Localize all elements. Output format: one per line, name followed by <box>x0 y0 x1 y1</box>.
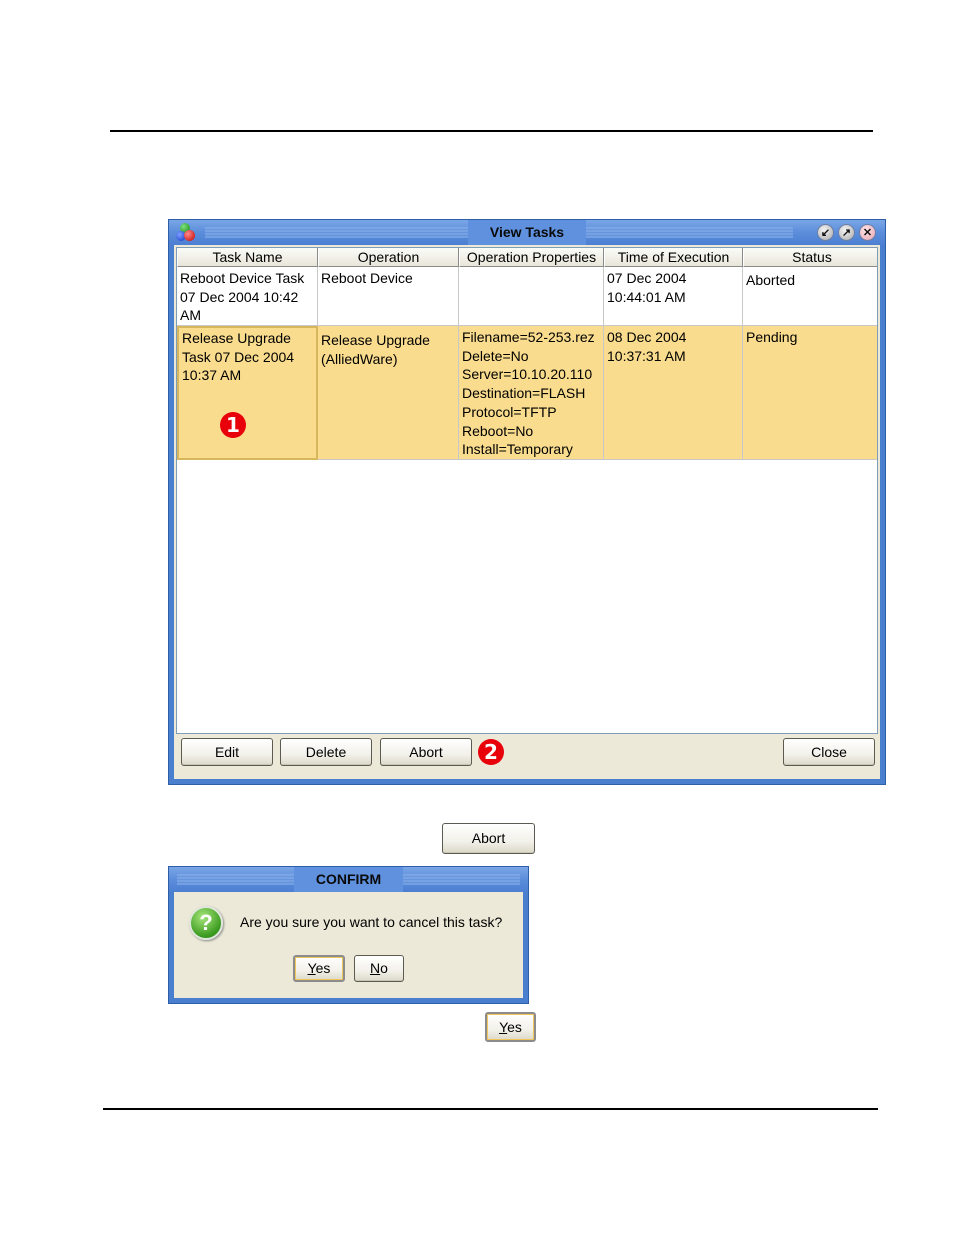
yes-button-illustration[interactable]: Yes <box>485 1012 536 1042</box>
tasks-table: Task Name Operation Operation Properties… <box>176 247 878 734</box>
view-tasks-window: View Tasks ↙ ↗ ✕ Task Name Operation Ope… <box>168 219 886 785</box>
column-header-status[interactable]: Status <box>743 248 877 267</box>
app-icon <box>176 223 198 243</box>
cell-operation: Reboot Device <box>318 267 459 326</box>
minimize-icon[interactable]: ↙ <box>817 224 834 241</box>
table-row[interactable]: Reboot Device Task 07 Dec 2004 10:42 AM … <box>177 267 877 326</box>
yes-label: es <box>315 960 331 976</box>
dialog-titlebar[interactable]: CONFIRM <box>169 867 528 892</box>
edit-button[interactable]: Edit <box>181 738 273 766</box>
table-row-selected[interactable]: Release Upgrade Task 07 Dec 2004 10:37 A… <box>177 326 877 460</box>
no-button[interactable]: No <box>354 955 404 982</box>
column-header-operation-properties[interactable]: Operation Properties <box>459 248 604 267</box>
maximize-icon[interactable]: ↗ <box>838 224 855 241</box>
cell-status: Pending <box>743 326 877 460</box>
yes-button[interactable]: Yes <box>293 955 345 982</box>
column-header-operation[interactable]: Operation <box>318 248 459 267</box>
table-header: Task Name Operation Operation Properties… <box>177 248 877 267</box>
cell-task-name: Reboot Device Task 07 Dec 2004 10:42 AM <box>177 267 318 326</box>
delete-button[interactable]: Delete <box>280 738 372 766</box>
callout-2-marker: 2 <box>478 739 504 765</box>
header-rule <box>110 130 873 132</box>
abort-button[interactable]: Abort <box>380 738 472 766</box>
question-icon: ? <box>189 906 223 940</box>
yes-mnemonic: Y <box>307 960 316 976</box>
dialog-message: Are you sure you want to cancel this tas… <box>240 914 503 930</box>
window-titlebar[interactable]: View Tasks ↙ ↗ ✕ <box>169 220 885 245</box>
cell-time-of-execution: 07 Dec 2004 10:44:01 AM <box>604 267 743 326</box>
cell-operation-properties: Filename=52-253.rez Delete=No Server=10.… <box>459 326 604 460</box>
close-icon[interactable]: ✕ <box>859 224 876 241</box>
dialog-client: ? Are you sure you want to cancel this t… <box>174 892 523 998</box>
column-header-task-name[interactable]: Task Name <box>177 248 318 267</box>
no-label: o <box>380 960 388 976</box>
confirm-dialog: CONFIRM ? Are you sure you want to cance… <box>168 866 529 1004</box>
dialog-title: CONFIRM <box>293 867 404 892</box>
footer-rule <box>103 1108 878 1110</box>
window-client: Task Name Operation Operation Properties… <box>174 245 880 779</box>
close-button[interactable]: Close <box>783 738 875 766</box>
cell-status: Aborted <box>743 267 877 326</box>
no-mnemonic: N <box>370 960 381 976</box>
cell-operation-properties <box>459 267 604 326</box>
cell-task-name: Release Upgrade Task 07 Dec 2004 10:37 A… <box>177 326 318 460</box>
callout-1-marker: 1 <box>220 412 246 438</box>
column-header-time-of-execution[interactable]: Time of Execution <box>604 248 743 267</box>
yes-mnemonic: Y <box>499 1019 508 1035</box>
abort-button-illustration[interactable]: Abort <box>442 823 535 854</box>
window-title: View Tasks <box>467 220 587 245</box>
cell-operation: Release Upgrade (AlliedWare) <box>318 326 459 460</box>
yes-label: es <box>507 1019 522 1035</box>
cell-time-of-execution: 08 Dec 2004 10:37:31 AM <box>604 326 743 460</box>
